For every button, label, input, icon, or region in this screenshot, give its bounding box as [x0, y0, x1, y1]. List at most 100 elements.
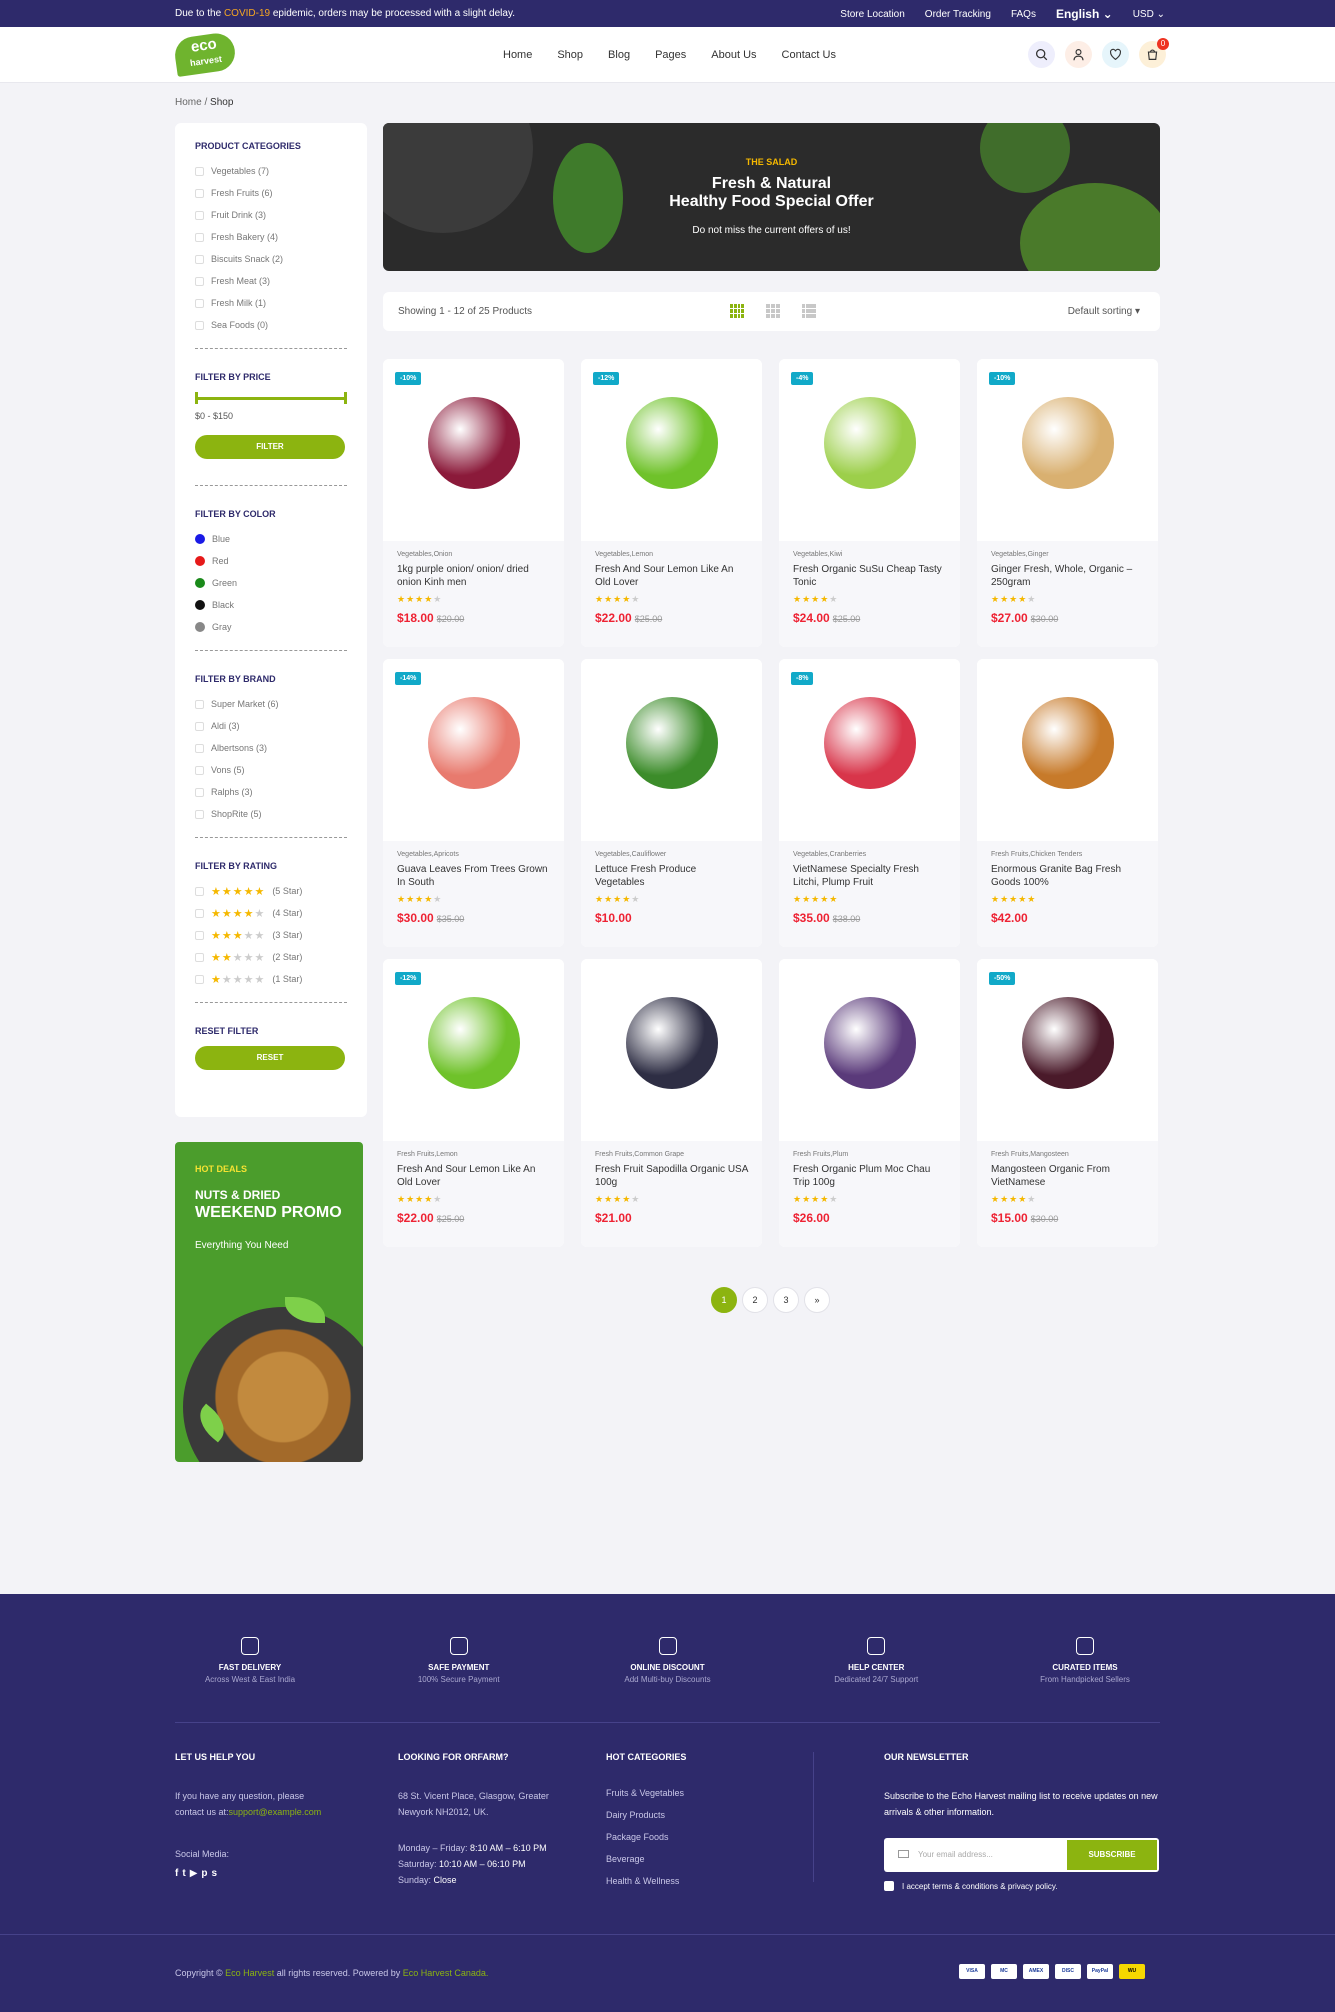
checkbox[interactable] [195, 765, 204, 775]
footer-link[interactable]: Health & Wellness [606, 1870, 776, 1892]
rating-item-4[interactable]: ★★★★★ (4 Star) [195, 902, 347, 924]
footer-link[interactable]: Fruits & Vegetables [606, 1782, 776, 1804]
product-card[interactable]: Fresh Fruits,Chicken Tenders Enormous Gra… [977, 659, 1158, 947]
checkbox[interactable] [195, 908, 204, 918]
checkbox[interactable] [195, 886, 204, 896]
brand-link[interactable]: Eco Harvest [225, 1968, 274, 1978]
product-name[interactable]: Ginger Fresh, Whole, Organic – 250gram [991, 563, 1144, 589]
checkbox[interactable] [195, 721, 204, 731]
company-link[interactable]: Eco Harvest Canada. [403, 1968, 489, 1978]
product-category[interactable]: Vegetables,Kiwi [793, 551, 946, 558]
product-name[interactable]: 1kg purple onion/ onion/ dried onion Kin… [397, 563, 550, 589]
brand-item[interactable]: Super Market (6) [195, 693, 347, 715]
product-image[interactable] [383, 359, 564, 541]
product-category[interactable]: Fresh Fruits,Chicken Tenders [991, 851, 1144, 858]
checkbox[interactable] [195, 320, 204, 330]
language-select[interactable]: English ⌄ [1056, 7, 1113, 21]
brand-item[interactable]: ShopRite (5) [195, 803, 347, 825]
product-card[interactable]: -10% Vegetables,Onion 1kg purple onion/ on… [383, 359, 564, 647]
product-name[interactable]: Fresh And Sour Lemon Like An Old Lover [397, 1163, 550, 1189]
product-name[interactable]: Fresh Organic SuSu Cheap Tasty Tonic [793, 563, 946, 589]
nav-pages[interactable]: Pages [655, 49, 686, 61]
color-item-blue[interactable]: Blue [195, 528, 347, 550]
logo[interactable]: eco harvest [172, 31, 238, 77]
product-category[interactable]: Fresh Fruits,Plum [793, 1151, 946, 1158]
youtube-icon[interactable]: ▶ [190, 1868, 198, 1879]
product-card[interactable]: Fresh Fruits,Common Grape Fresh Fruit Sap… [581, 959, 762, 1247]
product-image[interactable] [779, 659, 960, 841]
product-image[interactable] [383, 659, 564, 841]
page-3[interactable]: 3 [773, 1287, 799, 1313]
product-name[interactable]: VietNamese Specialty Fresh Litchi, Plump… [793, 863, 946, 889]
page-1[interactable]: 1 [711, 1287, 737, 1313]
product-category[interactable]: Fresh Fruits,Lemon [397, 1151, 550, 1158]
category-item[interactable]: Vegetables (7) [195, 160, 347, 182]
search-button[interactable] [1028, 41, 1055, 68]
checkbox[interactable] [195, 743, 204, 753]
terms-checkbox[interactable]: I accept terms & conditions & privacy po… [884, 1881, 1164, 1891]
rating-item-2[interactable]: ★★★★★ (2 Star) [195, 946, 347, 968]
checkbox[interactable] [195, 254, 204, 264]
category-item[interactable]: Fresh Milk (1) [195, 292, 347, 314]
reset-button[interactable]: RESET [195, 1046, 345, 1070]
price-slider-min-handle[interactable] [195, 392, 198, 404]
product-card[interactable]: -12% Vegetables,Lemon Fresh And Sour Lemon… [581, 359, 762, 647]
product-card[interactable]: -50% Fresh Fruits,Mangosteen Mangosteen Or… [977, 959, 1158, 1247]
price-slider[interactable] [195, 391, 347, 405]
brand-item[interactable]: Ralphs (3) [195, 781, 347, 803]
product-card[interactable]: -12% Fresh Fruits,Lemon Fresh And Sour Lem… [383, 959, 564, 1247]
checkbox[interactable] [195, 232, 204, 242]
faqs-link[interactable]: FAQs [1011, 9, 1036, 20]
product-card[interactable]: -8% Vegetables,Cranberries VietNamese Spec… [779, 659, 960, 947]
currency-select[interactable]: USD ⌄ [1133, 9, 1165, 20]
color-item-red[interactable]: Red [195, 550, 347, 572]
facebook-icon[interactable]: f [175, 1868, 178, 1879]
product-name[interactable]: Lettuce Fresh Produce Vegetables [595, 863, 748, 889]
rating-item-5[interactable]: ★★★★★ (5 Star) [195, 880, 347, 902]
grid-4-view-icon[interactable] [730, 304, 744, 318]
category-item[interactable]: Fresh Fruits (6) [195, 182, 347, 204]
product-image[interactable] [581, 359, 762, 541]
product-name[interactable]: Guava Leaves From Trees Grown In South [397, 863, 550, 889]
nav-contact-us[interactable]: Contact Us [782, 49, 836, 61]
product-image[interactable] [581, 659, 762, 841]
twitter-icon[interactable]: t [182, 1868, 185, 1879]
price-slider-max-handle[interactable] [344, 392, 347, 404]
list-view-icon[interactable] [802, 304, 816, 318]
product-name[interactable]: Mangosteen Organic From VietNamese [991, 1163, 1144, 1189]
next-page[interactable]: » [804, 1287, 830, 1313]
wishlist-button[interactable] [1102, 41, 1129, 68]
product-category[interactable]: Vegetables,Lemon [595, 551, 748, 558]
email-input[interactable]: Your email address... [918, 1850, 993, 1859]
nav-about-us[interactable]: About Us [711, 49, 756, 61]
pinterest-icon[interactable]: p [201, 1868, 207, 1879]
cart-button[interactable]: 0 [1139, 38, 1169, 68]
support-email-link[interactable]: support@example.com [229, 1807, 322, 1817]
product-image[interactable] [977, 659, 1158, 841]
footer-link[interactable]: Package Foods [606, 1826, 776, 1848]
checkbox[interactable] [195, 188, 204, 198]
category-item[interactable]: Fresh Bakery (4) [195, 226, 347, 248]
checkbox[interactable] [195, 787, 204, 797]
category-item[interactable]: Fruit Drink (3) [195, 204, 347, 226]
footer-link[interactable]: Dairy Products [606, 1804, 776, 1826]
product-image[interactable] [779, 959, 960, 1141]
rating-item-3[interactable]: ★★★★★ (3 Star) [195, 924, 347, 946]
rating-item-1[interactable]: ★★★★★ (1 Star) [195, 968, 347, 990]
checkbox[interactable] [195, 210, 204, 220]
product-category[interactable]: Fresh Fruits,Common Grape [595, 1151, 748, 1158]
checkbox[interactable] [195, 974, 204, 984]
product-card[interactable]: -14% Vegetables,Apricots Guava Leaves From… [383, 659, 564, 947]
color-item-gray[interactable]: Gray [195, 616, 347, 638]
product-category[interactable]: Vegetables,Apricots [397, 851, 550, 858]
filter-button[interactable]: FILTER [195, 435, 345, 459]
account-button[interactable] [1065, 41, 1092, 68]
color-item-black[interactable]: Black [195, 594, 347, 616]
checkbox[interactable] [195, 276, 204, 286]
skype-icon[interactable]: s [212, 1868, 218, 1879]
product-name[interactable]: Fresh And Sour Lemon Like An Old Lover [595, 563, 748, 589]
product-category[interactable]: Vegetables,Onion [397, 551, 550, 558]
product-name[interactable]: Fresh Fruit Sapodilla Organic USA 100g [595, 1163, 748, 1189]
brand-item[interactable]: Vons (5) [195, 759, 347, 781]
category-item[interactable]: Fresh Meat (3) [195, 270, 347, 292]
